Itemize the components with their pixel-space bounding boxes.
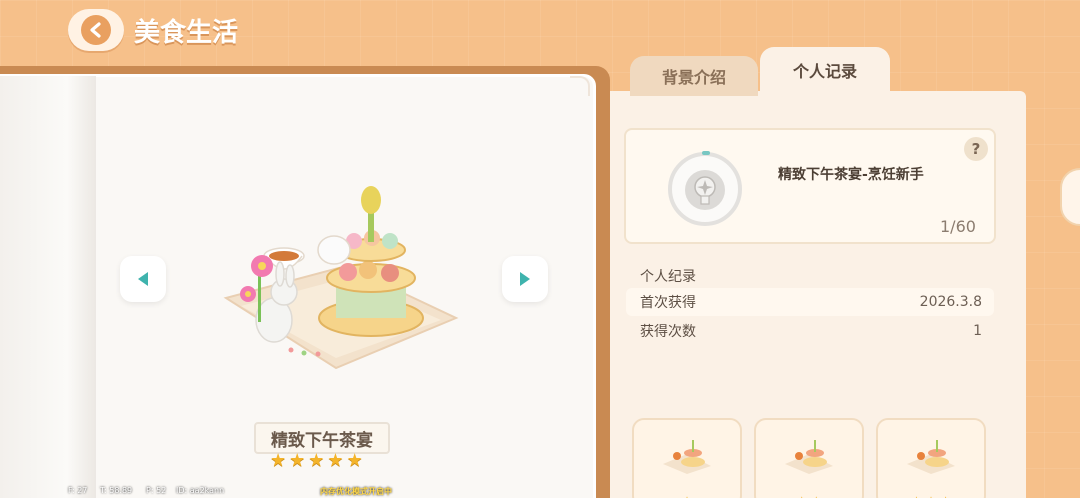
star-icon: ★ [289, 450, 306, 471]
debug-id: ID: aa2kann [176, 486, 225, 495]
star-icon: ★ [682, 494, 693, 498]
star-icon: ★ ★ ★ [911, 494, 951, 498]
debug-p: P: 52 [146, 486, 167, 495]
star-icon: ★ [308, 450, 325, 471]
record-row-first-obtained: 首次获得 2026.3.8 [626, 288, 994, 316]
dish-variant-thumbnail[interactable]: ★ ★ ★ [876, 418, 986, 498]
side-panel-toggle[interactable] [1060, 168, 1080, 226]
star-icon: ★ [327, 450, 344, 471]
record-label: 首次获得 [640, 295, 696, 311]
dish-variant-thumbnail[interactable]: ★ [632, 418, 742, 498]
achievement-title: 精致下午茶宴-烹饪新手 [778, 167, 924, 183]
back-button[interactable] [68, 9, 124, 51]
record-label: 获得次数 [640, 324, 696, 340]
previous-dish-button[interactable] [120, 256, 166, 302]
medal-badge-icon [685, 170, 725, 210]
debug-fps: F: 27 [68, 486, 88, 495]
record-value: 1 [973, 323, 982, 339]
dish-star-rating: ★ ★ ★ ★ ★ [270, 452, 363, 470]
personal-record-heading: 个人纪录 [640, 269, 696, 285]
book-spine [0, 76, 96, 498]
memory-optimization-notice: 内存优化模式开启中 [320, 487, 392, 496]
star-icon: ★ ★ [796, 494, 821, 498]
debug-time: T: 58.89 [100, 486, 133, 495]
achievement-progress-count: 1/60 [940, 217, 976, 236]
afternoon-tea-dish-illustration [223, 186, 459, 370]
progress-indicator [702, 151, 710, 155]
dish-thumbnail-icon [663, 440, 711, 474]
next-dish-button[interactable] [502, 256, 548, 302]
triangle-left-icon [138, 272, 148, 286]
dish-thumbnail-icon [907, 440, 955, 474]
star-icon: ★ [346, 450, 363, 471]
page-corner-decoration [570, 76, 590, 96]
star-icon: ★ [270, 450, 287, 471]
tab-personal-record[interactable]: 个人记录 [760, 47, 890, 93]
help-button[interactable]: ? [964, 137, 988, 161]
triangle-right-icon [520, 272, 530, 286]
dish-thumbnail-icon [785, 440, 833, 474]
record-value: 2026.3.8 [919, 294, 982, 310]
dish-variant-thumbnail[interactable]: ★ ★ [754, 418, 864, 498]
chevron-left-icon [81, 15, 111, 45]
tab-background-intro[interactable]: 背景介绍 [630, 56, 758, 96]
page-title: 美食生活 [134, 18, 239, 48]
record-row-times-obtained: 获得次数 1 [626, 317, 994, 345]
